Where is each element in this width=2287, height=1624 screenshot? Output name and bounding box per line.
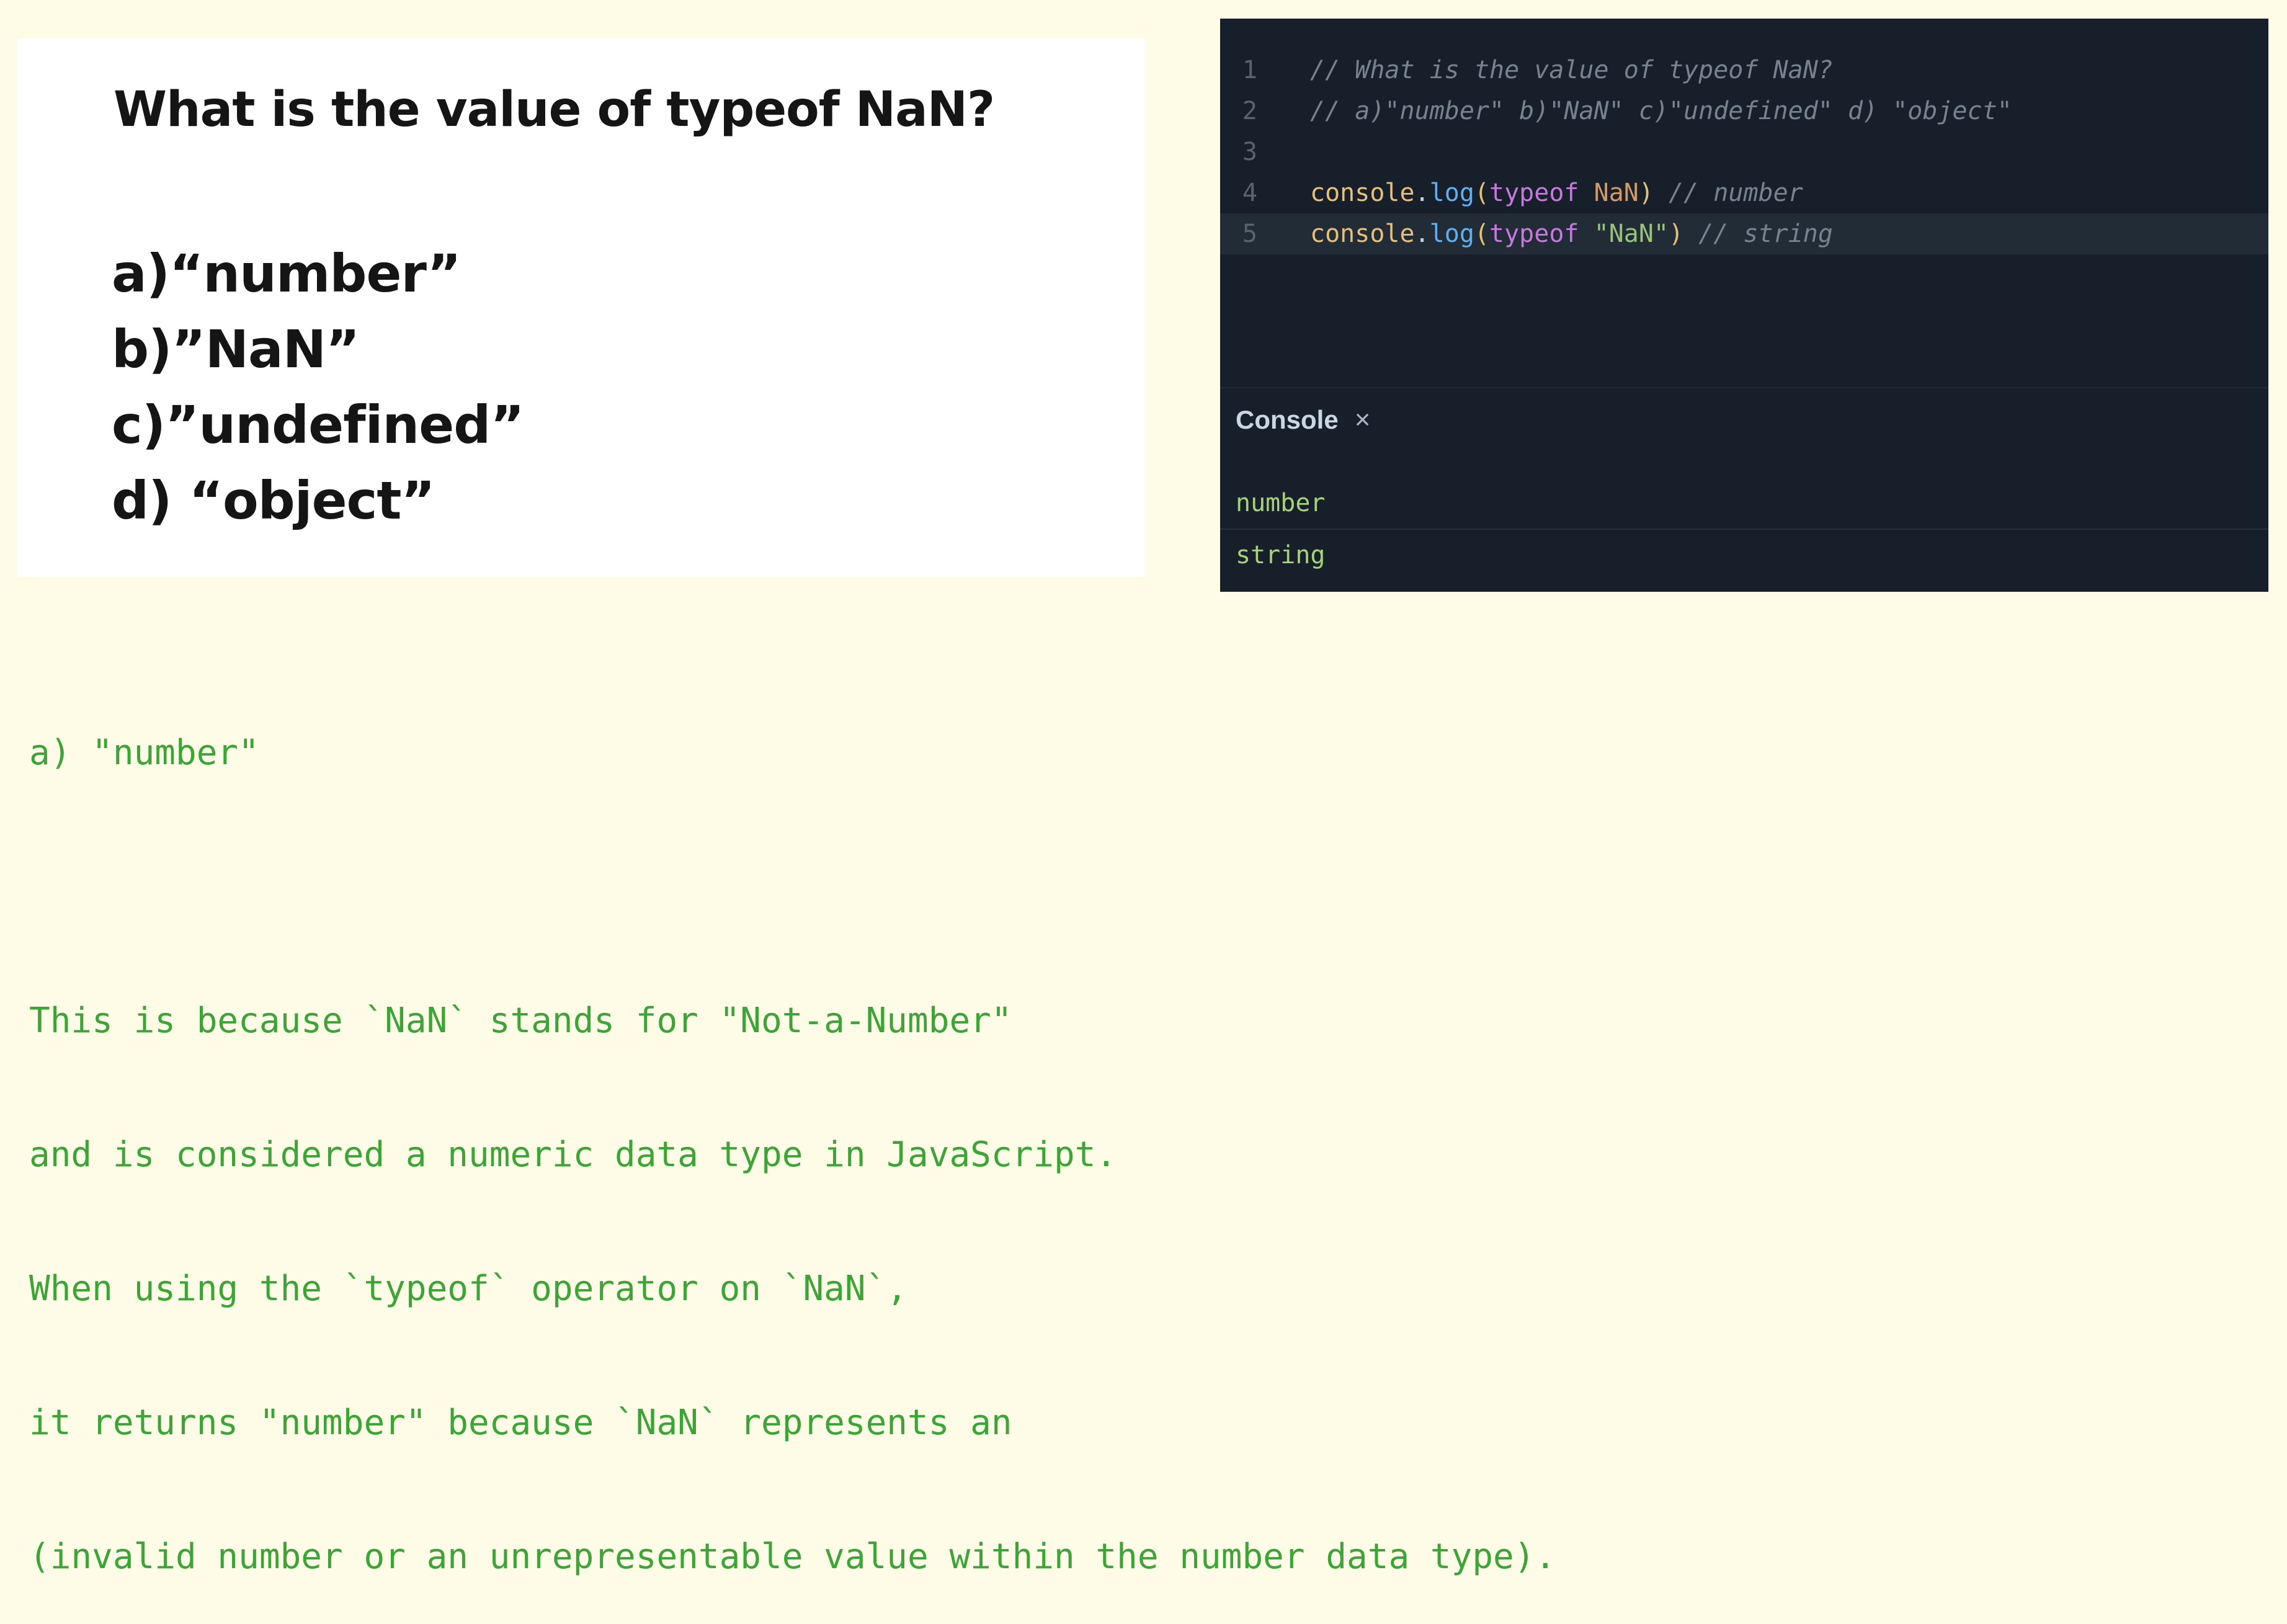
code-token: "NaN" bbox=[1594, 220, 1669, 248]
code-token: log bbox=[1429, 220, 1474, 248]
code-token: typeof bbox=[1489, 179, 1579, 207]
line-content: console.log(typeof NaN) // number bbox=[1310, 179, 1803, 207]
option-d: d) “object” bbox=[112, 470, 435, 531]
answer-spacer bbox=[29, 865, 1556, 909]
code-line[interactable]: 4 console.log(typeof NaN) // number bbox=[1220, 172, 2268, 213]
code-token: log bbox=[1429, 179, 1474, 207]
explanation-line: it returns "number" because `NaN` repres… bbox=[29, 1403, 1012, 1443]
console-output-row: string bbox=[1220, 530, 2268, 581]
line-content: console.log(typeof "NaN") // string bbox=[1310, 220, 1833, 248]
line-number: 1 bbox=[1242, 56, 1257, 84]
question-title: What is the value of typeof NaN? bbox=[114, 82, 995, 138]
explanation-line: and is considered a numeric data type in… bbox=[29, 1135, 1117, 1175]
line-number: 3 bbox=[1242, 138, 1257, 166]
option-c: c)”undefined” bbox=[112, 395, 525, 455]
code-line[interactable]: 5 console.log(typeof "NaN") // string bbox=[1220, 213, 2268, 254]
line-number: 2 bbox=[1242, 97, 1257, 125]
code-token: . bbox=[1414, 220, 1430, 248]
line-number: 5 bbox=[1242, 220, 1257, 248]
console-output-row: number bbox=[1220, 478, 2268, 530]
code-token: ) bbox=[1638, 179, 1654, 207]
code-token: // a)"number" b)"NaN" c)"undefined" d) "… bbox=[1310, 97, 2012, 125]
code-token: NaN bbox=[1594, 179, 1639, 207]
console-tab-label: Console bbox=[1236, 405, 1339, 434]
code-line[interactable]: 2 // a)"number" b)"NaN" c)"undefined" d) … bbox=[1220, 91, 2268, 132]
code-token: // string bbox=[1683, 220, 1833, 248]
code-token: . bbox=[1414, 179, 1430, 207]
code-token: // What is the value of typeof NaN? bbox=[1310, 56, 1833, 84]
question-card: What is the value of typeof NaN? a)“numb… bbox=[17, 38, 1144, 577]
explanation-line: This is because `NaN` stands for "Not-a-… bbox=[29, 1001, 1012, 1041]
code-token: ) bbox=[1669, 220, 1684, 248]
console-output-text: number bbox=[1236, 489, 1326, 517]
explanation-line: When using the `typeof` operator on `NaN… bbox=[29, 1269, 908, 1309]
line-number: 4 bbox=[1242, 179, 1257, 207]
option-a: a)“number” bbox=[112, 243, 461, 304]
code-editor-panel: 1 // What is the value of typeof NaN? 2 // … bbox=[1220, 19, 2268, 592]
console-divider bbox=[1220, 387, 2268, 388]
code-token: typeof bbox=[1489, 220, 1579, 248]
answer-block: a) "number" This is because `NaN` stands… bbox=[29, 641, 1556, 1624]
code-area[interactable]: 1 // What is the value of typeof NaN? 2 // … bbox=[1220, 50, 2268, 254]
code-token: console bbox=[1310, 179, 1415, 207]
options-list: a)“number” b)”NaN” c)”undefined” d) “obj… bbox=[112, 236, 525, 538]
answer-choice: a) "number" bbox=[29, 733, 259, 773]
code-line[interactable]: 1 // What is the value of typeof NaN? bbox=[1220, 50, 2268, 91]
close-icon[interactable]: × bbox=[1355, 404, 1371, 435]
console-tab[interactable]: Console × bbox=[1236, 404, 1370, 435]
code-token: ( bbox=[1474, 220, 1490, 248]
option-b: b)”NaN” bbox=[112, 319, 360, 380]
explanation-line: (invalid number or an unrepresentable va… bbox=[29, 1537, 1556, 1577]
console-output-text: string bbox=[1236, 541, 1326, 569]
code-token: ( bbox=[1474, 179, 1490, 207]
code-token: // number bbox=[1653, 179, 1803, 207]
code-token: console bbox=[1310, 220, 1415, 248]
line-content: // a)"number" b)"NaN" c)"undefined" d) "… bbox=[1310, 97, 2012, 125]
line-content: // What is the value of typeof NaN? bbox=[1310, 56, 1833, 84]
code-line[interactable]: 3 bbox=[1220, 132, 2268, 172]
